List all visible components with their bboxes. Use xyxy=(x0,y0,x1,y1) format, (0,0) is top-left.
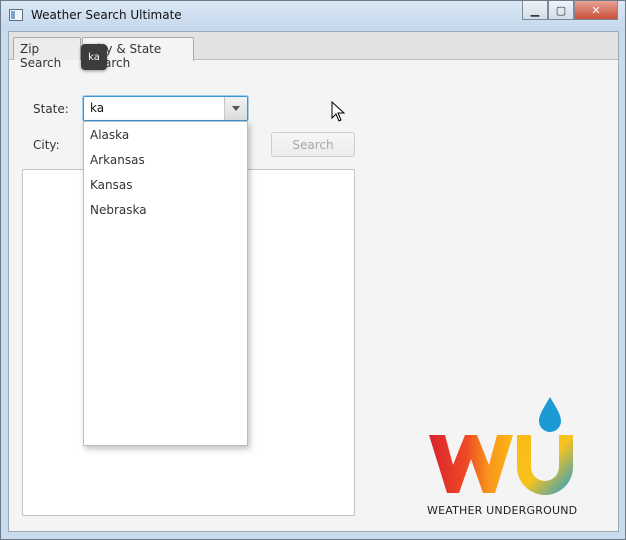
dropdown-option-nebraska[interactable]: Nebraska xyxy=(90,203,147,217)
mouse-cursor-icon xyxy=(331,101,346,122)
dropdown-option-kansas[interactable]: Kansas xyxy=(90,178,132,192)
search-button[interactable]: Search xyxy=(271,132,355,157)
minimize-button[interactable]: ▁ xyxy=(522,1,548,20)
title-bar[interactable]: Weather Search Ultimate ▁ ▢ ✕ xyxy=(1,1,625,31)
state-input[interactable]: ka xyxy=(90,101,104,115)
state-label: State: xyxy=(33,102,69,116)
minimize-icon: ▁ xyxy=(530,3,540,17)
weather-underground-logo xyxy=(429,397,573,495)
app-icon xyxy=(9,9,23,21)
maximize-button[interactable]: ▢ xyxy=(548,1,574,20)
state-combobox[interactable]: ka xyxy=(83,96,248,121)
window-controls: ▁ ▢ ✕ xyxy=(522,1,618,21)
maximize-icon: ▢ xyxy=(555,3,567,17)
window-title: Weather Search Ultimate xyxy=(31,8,182,22)
close-icon: ✕ xyxy=(591,3,601,17)
chevron-down-icon xyxy=(232,106,240,111)
tooltip: ka xyxy=(81,44,107,70)
app-window: Weather Search Ultimate ▁ ▢ ✕ Zip Search… xyxy=(0,0,626,540)
close-button[interactable]: ✕ xyxy=(574,1,618,20)
tab-zip-search[interactable]: Zip Search xyxy=(13,37,81,70)
city-label: City: xyxy=(33,138,60,152)
dropdown-option-arkansas[interactable]: Arkansas xyxy=(90,153,145,167)
logo-text: WEATHER UNDERGROUND xyxy=(427,504,578,517)
state-dropdown-button[interactable] xyxy=(224,97,247,120)
dropdown-option-alaska[interactable]: Alaska xyxy=(90,128,129,142)
state-dropdown-list[interactable]: Alaska Arkansas Kansas Nebraska xyxy=(83,121,248,446)
